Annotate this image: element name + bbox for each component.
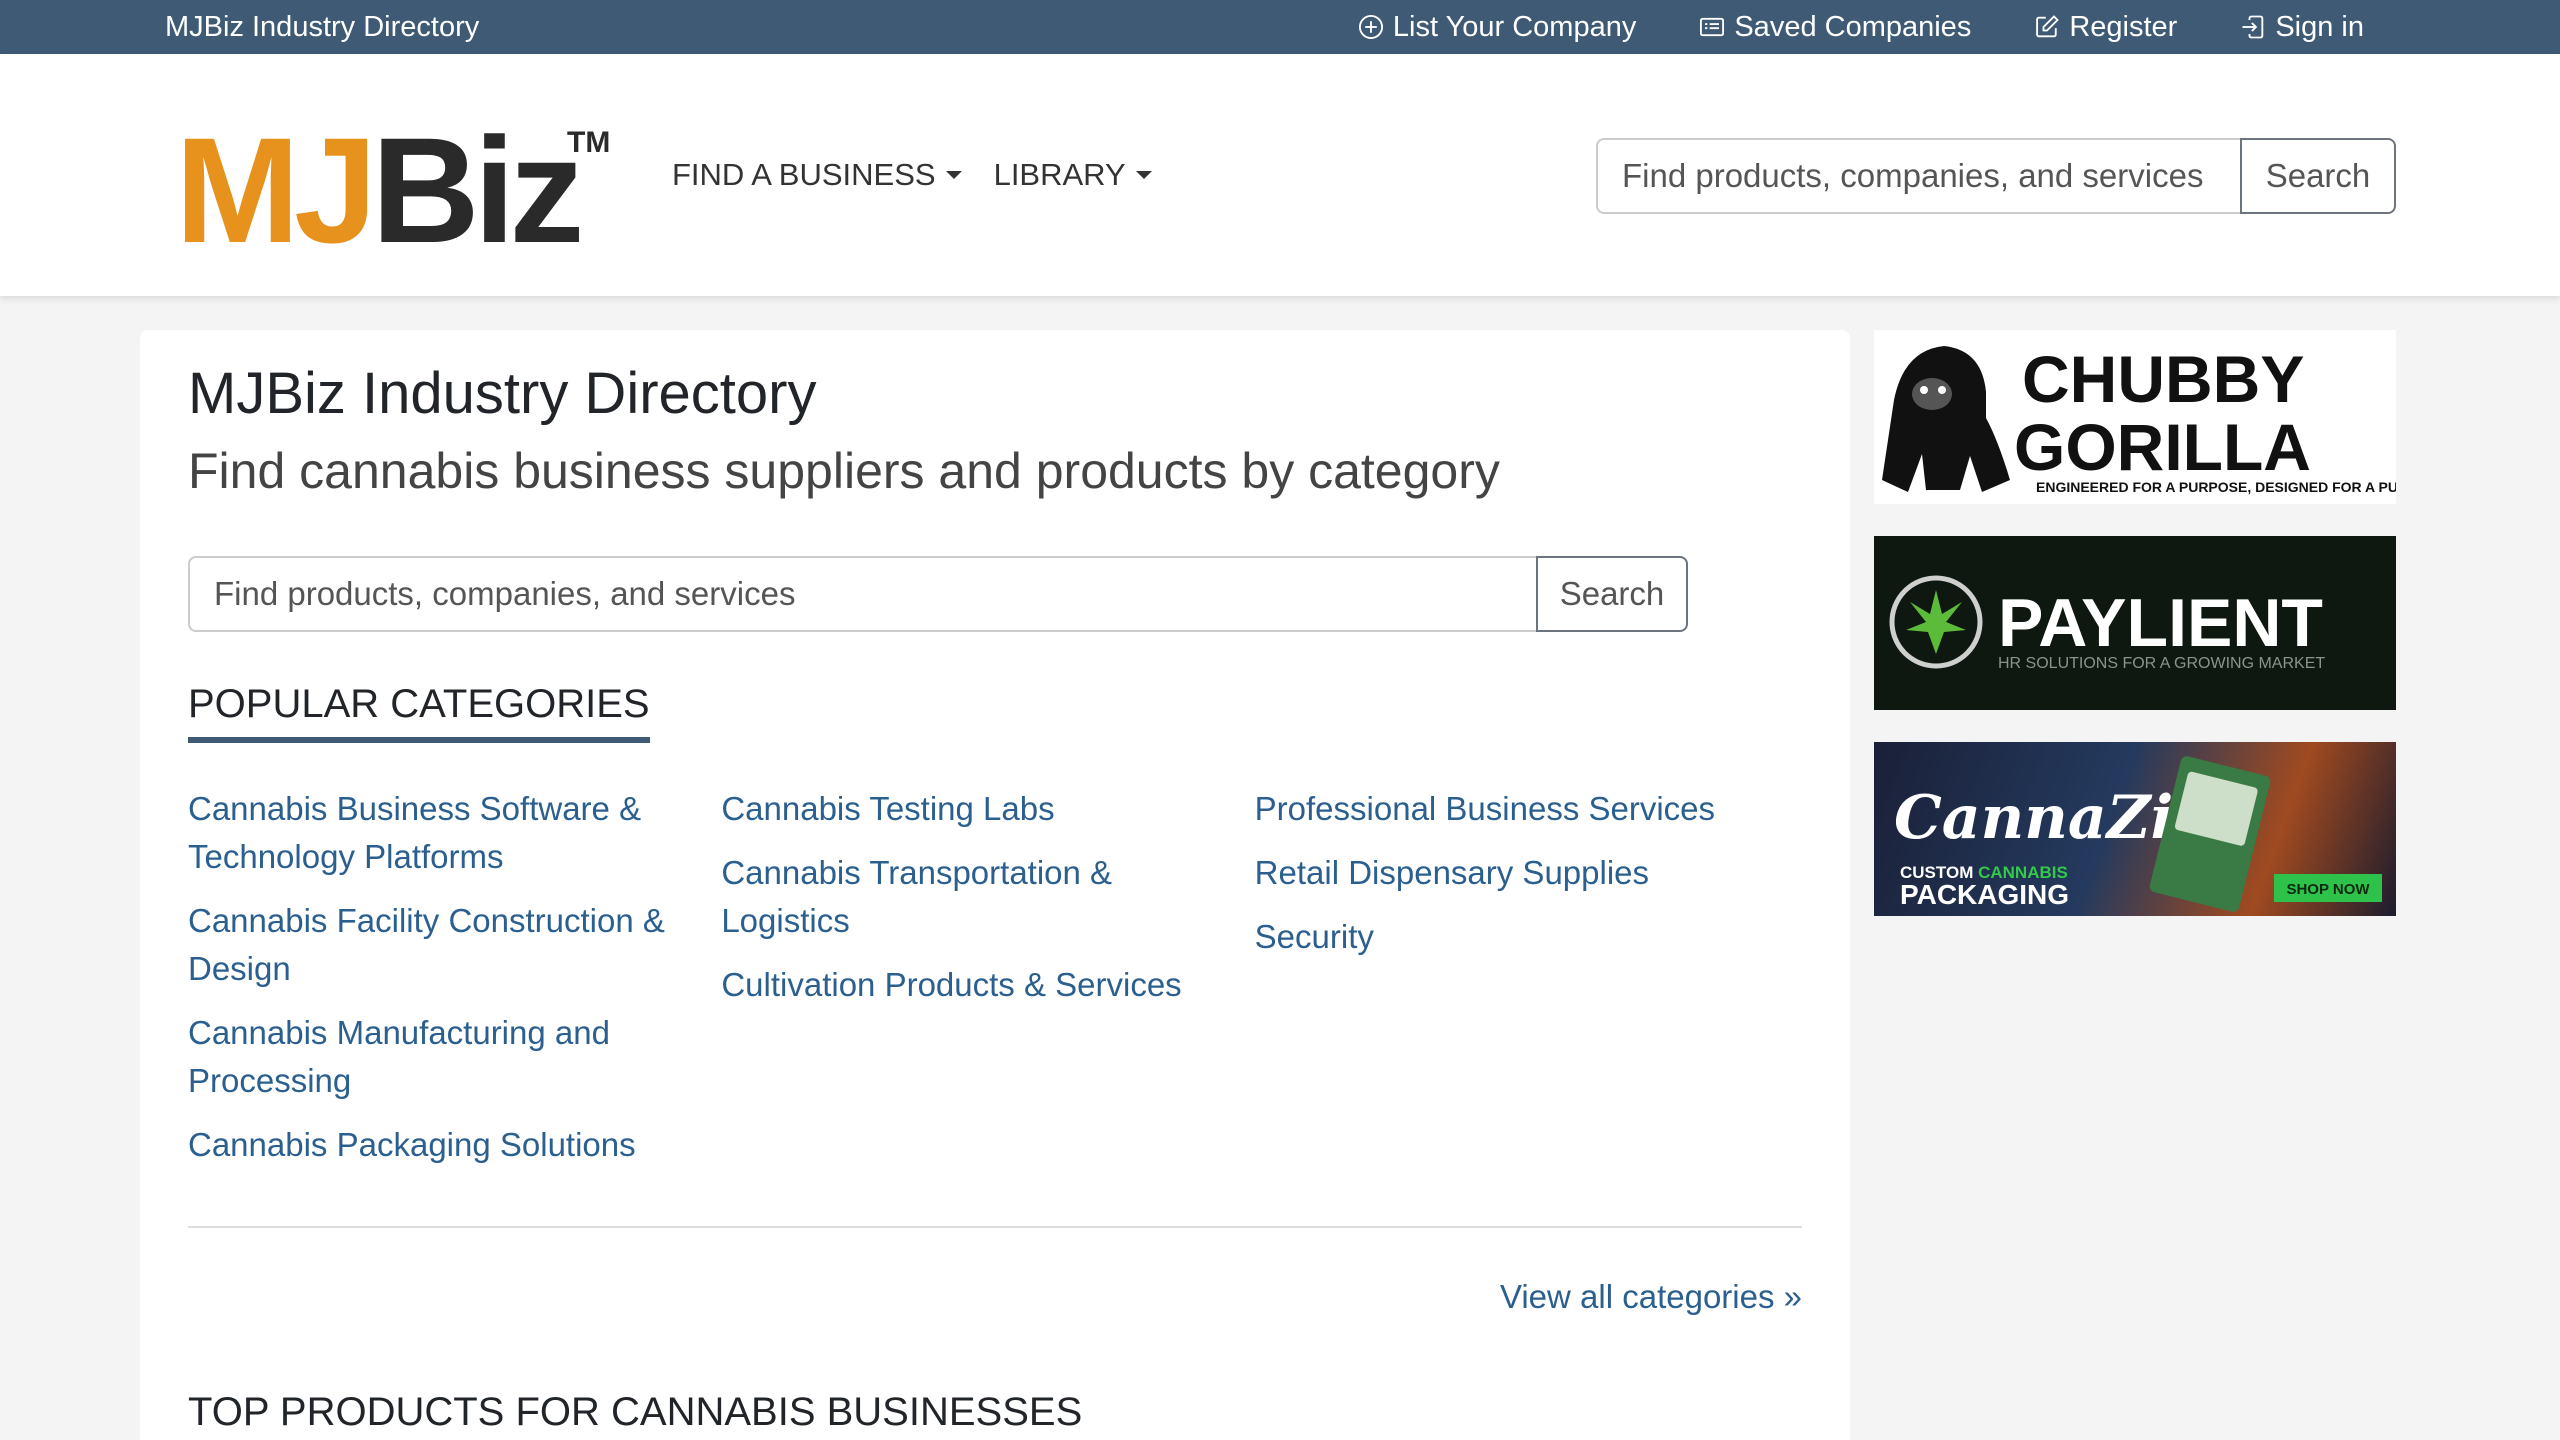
nav-library[interactable]: LIBRARY: [994, 157, 1152, 193]
top-products-heading: TOP PRODUCTS FOR CANNABIS BUSINESSES: [188, 1390, 1083, 1434]
category-link[interactable]: Security: [1255, 913, 1755, 961]
category-grid: Cannabis Business Software & Technology …: [188, 785, 1788, 1185]
site-header: MJBiz TM FIND A BUSINESS LIBRARY Search: [0, 54, 2560, 296]
category-link[interactable]: Cannabis Packaging Solutions: [188, 1121, 688, 1169]
cannabis-leaf-icon: [1906, 590, 1966, 654]
logo-text: MJBiz: [175, 112, 579, 262]
section-divider: [188, 1226, 1802, 1228]
header-search-button[interactable]: Search: [2240, 138, 2396, 214]
cannazip-ad[interactable]: CannaZip CUSTOM CANNABIS PACKAGING SHOP …: [1874, 742, 2396, 916]
category-column: Cannabis Testing Labs Cannabis Transport…: [721, 785, 1254, 1185]
header-search: Search: [1596, 138, 2396, 214]
top-bar: MJBiz Industry Directory List Your Compa…: [0, 0, 2560, 54]
topbar-links: List Your Company Saved Companies Regist…: [1357, 0, 2364, 54]
paylient-ad[interactable]: PAYLIENT HR SOLUTIONS FOR A GROWING MARK…: [1874, 536, 2396, 710]
page-title: MJBiz Industry Directory: [188, 361, 817, 426]
category-column: Professional Business Services Retail Di…: [1255, 785, 1788, 1185]
topbar-brand[interactable]: MJBiz Industry Directory: [165, 0, 479, 54]
category-column: Cannabis Business Software & Technology …: [188, 785, 721, 1185]
paylient-name: PAYLIENT: [1998, 585, 2323, 661]
category-link[interactable]: Cannabis Testing Labs: [721, 785, 1221, 833]
chubby-line2: GORILLA: [2014, 410, 2311, 484]
paylient-tagline: HR SOLUTIONS FOR A GROWING MARKET: [1998, 655, 2325, 672]
category-link[interactable]: Cannabis Facility Construction & Design: [188, 897, 688, 993]
chubby-tagline: ENGINEERED FOR A PURPOSE, DESIGNED FOR A…: [2036, 479, 2396, 495]
register-link[interactable]: Register: [2033, 11, 2177, 44]
sign-in-link[interactable]: Sign in: [2239, 11, 2364, 44]
pencil-square-icon: [2036, 15, 2060, 38]
main-nav: FIND A BUSINESS LIBRARY: [672, 54, 1152, 296]
saved-companies-link[interactable]: Saved Companies: [1698, 11, 1971, 44]
product-bag-image: [2149, 756, 2271, 912]
page-subtitle: Find cannabis business suppliers and pro…: [188, 443, 1500, 499]
sign-in-icon: [2242, 15, 2264, 39]
main-card: MJBiz Industry Directory Find cannabis b…: [140, 330, 1850, 1440]
header-search-input[interactable]: [1596, 138, 2240, 214]
category-link[interactable]: Cannabis Business Software & Technology …: [188, 785, 688, 881]
list-company-link[interactable]: List Your Company: [1357, 11, 1636, 44]
main-search-input[interactable]: [188, 556, 1536, 632]
chubby-gorilla-banner: CHUBBY GORILLA ENGINEERED FOR A PURPOSE,…: [1882, 342, 2396, 495]
mjbiz-logo[interactable]: MJBiz TM: [175, 112, 615, 262]
cannazip-banner: CannaZip CUSTOM CANNABIS PACKAGING SHOP …: [1894, 756, 2382, 912]
chubby-gorilla-ad[interactable]: CHUBBY GORILLA ENGINEERED FOR A PURPOSE,…: [1874, 330, 2396, 504]
main-search-button[interactable]: Search: [1536, 556, 1688, 632]
chubby-line1: CHUBBY: [2022, 342, 2304, 416]
popular-categories-heading: POPULAR CATEGORIES: [188, 682, 650, 743]
cannazip-packaging-line: PACKAGING: [1900, 879, 2069, 910]
view-all-categories-link[interactable]: View all categories »: [1500, 1278, 1802, 1316]
list-company-label: List Your Company: [1392, 10, 1637, 43]
logo-tm: TM: [567, 126, 610, 159]
caret-down-icon: [1135, 171, 1152, 179]
gorilla-icon: [1882, 346, 2010, 492]
shop-now-label: SHOP NOW: [2286, 881, 2370, 898]
category-link[interactable]: Retail Dispensary Supplies: [1255, 849, 1755, 897]
category-link[interactable]: Cannabis Transportation & Logistics: [721, 849, 1221, 945]
caret-down-icon: [945, 171, 962, 179]
category-link[interactable]: Cannabis Manufacturing and Processing: [188, 1009, 688, 1105]
card-list-icon: [1700, 17, 1725, 37]
sign-in-label: Sign in: [2275, 10, 2364, 43]
main-search: Search: [188, 556, 1688, 632]
register-label: Register: [2069, 10, 2178, 43]
category-link[interactable]: Cultivation Products & Services: [721, 961, 1221, 1009]
saved-companies-label: Saved Companies: [1734, 10, 1972, 43]
paylient-banner: PAYLIENT HR SOLUTIONS FOR A GROWING MARK…: [1889, 575, 2325, 672]
category-link[interactable]: Professional Business Services: [1255, 785, 1755, 833]
nav-library-label: LIBRARY: [993, 157, 1126, 192]
nav-find-business[interactable]: FIND A BUSINESS: [672, 157, 962, 193]
plus-circle-icon: [1358, 14, 1383, 40]
nav-find-business-label: FIND A BUSINESS: [672, 157, 936, 192]
